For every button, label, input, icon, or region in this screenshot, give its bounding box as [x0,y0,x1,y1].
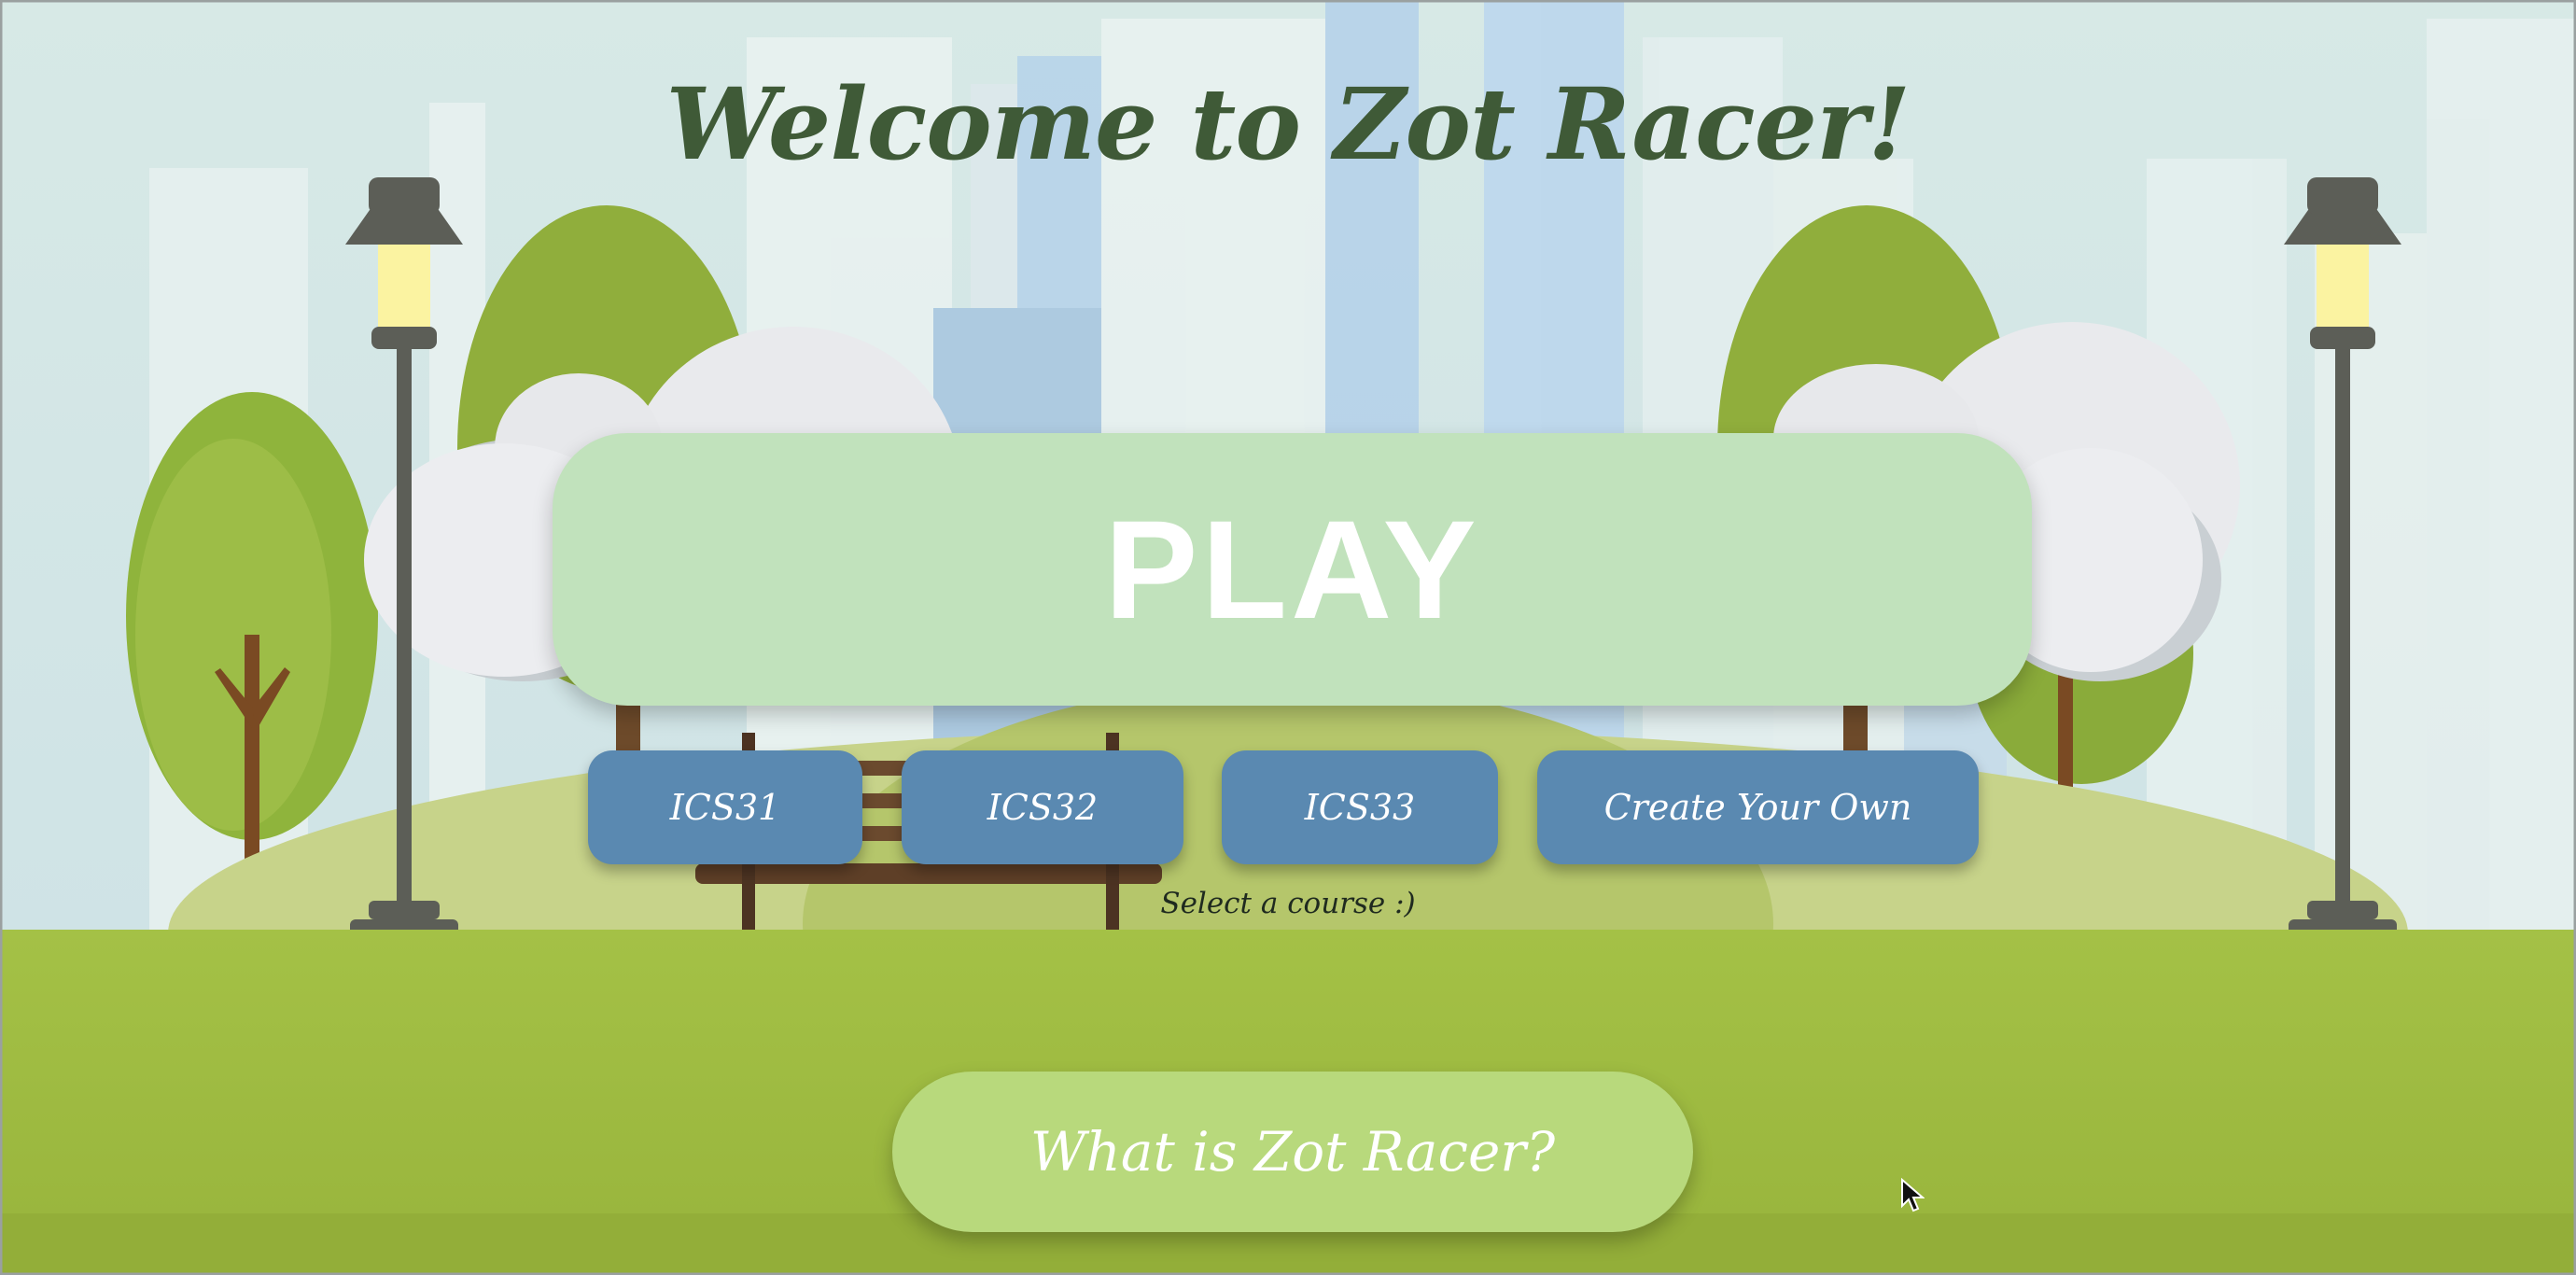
about-button[interactable]: What is Zot Racer? [892,1072,1693,1232]
course-button-ics33[interactable]: ICS33 [1222,750,1498,864]
page-title: Welcome to Zot Racer! [665,65,1911,182]
course-hint: Select a course :) [1160,887,1416,920]
create-your-own-button[interactable]: Create Your Own [1537,750,1979,864]
course-button-ics32[interactable]: ICS32 [902,750,1183,864]
play-button[interactable]: PLAY [553,433,2032,706]
mouse-pointer-icon [1901,1178,1925,1212]
play-button-label: PLAY [1104,490,1480,648]
course-button-ics31[interactable]: ICS31 [588,750,862,864]
